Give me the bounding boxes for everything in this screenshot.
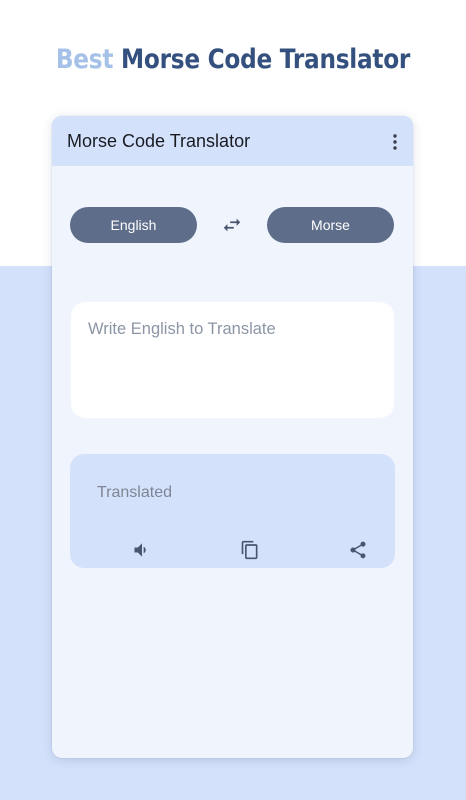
share-icon [350,541,366,559]
volume-icon [134,543,146,557]
source-language-button[interactable]: English [70,207,197,243]
app-screen: Morse Code Translator English Morse Tran… [52,116,413,758]
source-text-input[interactable] [71,302,394,418]
target-language-button[interactable]: Morse [267,207,394,243]
app-bar-title: Morse Code Translator [67,131,251,151]
promo-title: Morse Code Translator [121,44,411,75]
output-card: Translated [70,454,395,568]
input-card [71,302,394,418]
more-vert-icon [393,134,397,150]
copy-button[interactable] [238,538,262,562]
more-options-button[interactable] [383,130,407,154]
speak-button[interactable] [130,538,154,562]
copy-icon [241,540,258,560]
promo-headline: Best Morse Code Translator [33,44,434,84]
translated-text: Translated [97,484,172,501]
share-button[interactable] [346,538,370,562]
promo-accent-word: Best [55,44,114,75]
swap-languages-button[interactable] [220,213,244,237]
app-bar: Morse Code Translator [52,116,413,166]
swap-horiz-icon [223,218,241,232]
